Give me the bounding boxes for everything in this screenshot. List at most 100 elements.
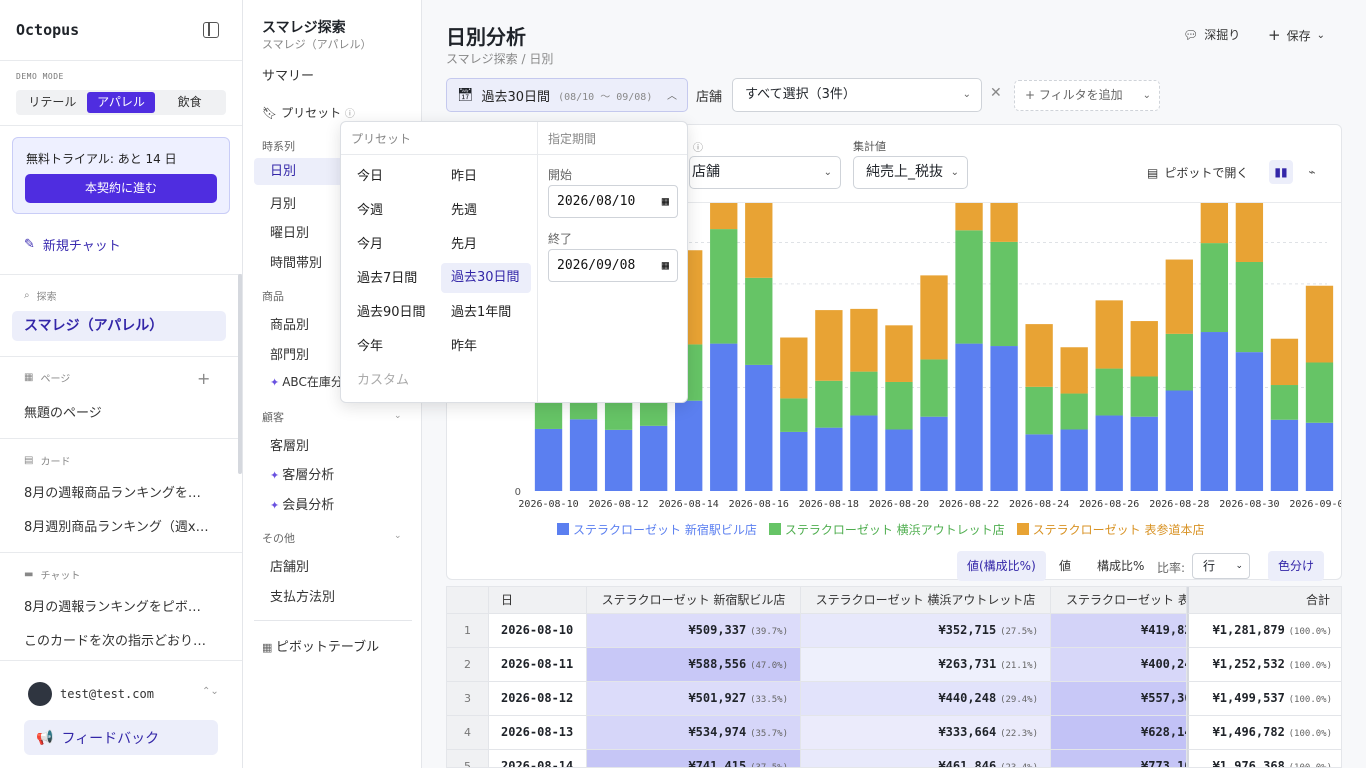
table-header-cell[interactable]: ステラクローゼット 新宿駅ビル店 — [587, 587, 801, 614]
bar-segment — [815, 310, 843, 381]
mode-retail-button[interactable]: リテール — [18, 92, 87, 113]
legend-item[interactable]: ステラクローゼット 新宿駅ビル店 — [557, 521, 757, 538]
nav-pivot-table[interactable]: ▦ ピボットテーブル — [262, 636, 379, 655]
preset-last-7-days[interactable]: 過去7日間 — [351, 264, 439, 294]
trial-banner: 無料トライアル: あと 14 日 本契約に進む — [12, 137, 230, 214]
nav-item-department[interactable]: 部門別 — [270, 344, 309, 363]
chevron-down-icon[interactable]: ⌄ — [394, 411, 402, 421]
table-row[interactable]: 3 2026-08-12 ¥501,927 (33.5%) ¥440,248 (29.… — [447, 682, 1341, 716]
chevron-updown-icon[interactable]: ⌃⌄ — [202, 686, 219, 697]
preset-last-90-days[interactable]: 過去90日間 — [351, 298, 439, 328]
card-item[interactable]: 8月の週報商品ランキングを… — [24, 482, 219, 501]
preset-today[interactable]: 今日 — [351, 162, 439, 192]
nav-item-payment[interactable]: 支払方法別 — [270, 586, 335, 605]
nav-item-weekday[interactable]: 曜日別 — [270, 222, 309, 241]
view-value-ratio-button[interactable]: 値(構成比%) — [957, 551, 1046, 581]
add-page-icon[interactable]: + — [197, 369, 210, 388]
page-item[interactable]: 無題のページ — [24, 402, 219, 421]
table-row[interactable]: 2 2026-08-11 ¥588,556 (47.0%) ¥263,731 (21.… — [447, 648, 1341, 682]
cell-percent: (22.3%) — [1000, 729, 1038, 739]
explore-item-smaregi[interactable]: スマレジ（アパレル） — [12, 311, 226, 341]
date-range-picker[interactable]: 📅︎ 過去30日間 (08/10 〜 09/08) ︿ — [446, 78, 688, 112]
table-row[interactable]: 1 2026-08-10 ¥509,337 (39.7%) ¥352,715 (27.… — [447, 614, 1341, 648]
new-chat-button[interactable]: ✎ 新規チャット — [24, 235, 121, 254]
view-ratio-button[interactable]: 構成比% — [1087, 551, 1154, 581]
table-header-cell[interactable]: 合計 — [1187, 587, 1341, 614]
nav-item-customer-analysis[interactable]: ✦ 客層分析 — [270, 464, 334, 483]
chat-item[interactable]: 8月の週報ランキングをピボ… — [24, 596, 219, 615]
calendar-icon[interactable]: ▦ — [662, 250, 669, 281]
value-cell: ¥534,974 (35.7%) — [587, 716, 801, 750]
preset-last-30-days[interactable]: 過去30日間 — [441, 263, 531, 293]
card-item[interactable]: 8月週別商品ランキング（週x… — [24, 516, 219, 535]
bar-segment — [885, 325, 913, 382]
line-chart-icon[interactable]: ⌁ — [1300, 160, 1324, 184]
preset-last-year[interactable]: 昨年 — [445, 332, 533, 362]
aggregate-value: 純売上_税抜 — [866, 164, 943, 180]
open-pivot-button[interactable]: ▤ ピボットで開く — [1147, 164, 1248, 181]
sidebar-scrollbar[interactable] — [238, 274, 242, 474]
preset-yesterday[interactable]: 昨日 — [445, 162, 533, 192]
sidebar-toggle-icon[interactable] — [203, 22, 219, 38]
preset-last-week[interactable]: 先週 — [445, 196, 533, 226]
nav-item-member-analysis[interactable]: ✦ 会員分析 — [270, 494, 334, 513]
cell-percent: (23.4%) — [1000, 763, 1038, 768]
nav-item-hourly[interactable]: 時間帯別 — [270, 252, 322, 271]
nav-summary[interactable]: サマリー — [262, 65, 314, 84]
preset-last-month[interactable]: 先月 — [445, 230, 533, 260]
legend-item[interactable]: ステラクローゼット 横浜アウトレット店 — [768, 521, 1005, 538]
explore-header: ⌕ 探索 — [24, 288, 57, 303]
legend-swatch — [1016, 523, 1029, 535]
save-button[interactable]: + 保存 ⌄ — [1268, 26, 1325, 44]
group-by-select[interactable]: 店舗 ⌄ — [689, 156, 841, 189]
mode-food-button[interactable]: 飲食 — [155, 92, 224, 113]
preset-custom[interactable]: カスタム — [351, 366, 439, 396]
bar-chart-icon[interactable]: ▮▮ — [1269, 160, 1293, 184]
chat-item[interactable]: このカードを次の指示どおり… — [24, 630, 219, 649]
add-filter-button[interactable]: + フィルタを追加 ⌄ — [1014, 80, 1160, 111]
preset-this-month[interactable]: 今月 — [351, 230, 439, 260]
clear-filter-icon[interactable]: ✕ — [990, 85, 1002, 101]
user-menu[interactable]: test@test.com — [28, 682, 154, 706]
nav-item-customer-type[interactable]: 客層別 — [270, 435, 309, 454]
nav-item-store[interactable]: 店舗別 — [270, 556, 309, 575]
color-toggle-button[interactable]: 色分け — [1268, 551, 1325, 581]
value-cell: ¥741,415 (37.5%) — [587, 750, 801, 767]
chat-header-label: チャット — [40, 571, 81, 582]
nav-preset[interactable]: 🔖︎ プリセット ⓘ — [262, 104, 355, 121]
date-cell: 2026-08-10 — [489, 614, 587, 648]
start-date-input[interactable]: 2026/08/10 ▦ — [548, 185, 678, 218]
aggregate-select[interactable]: 純売上_税抜 ⌄ — [853, 156, 968, 189]
table-header-cell[interactable]: 日 — [489, 587, 587, 614]
chevron-down-icon: ⌄ — [950, 167, 959, 178]
bar-segment — [745, 203, 773, 278]
app-logo: Octopus — [16, 21, 80, 39]
divider — [0, 552, 242, 553]
upgrade-button[interactable]: 本契約に進む — [25, 174, 217, 203]
nav-item-product[interactable]: 商品別 — [270, 314, 309, 333]
table-header-cell[interactable]: ステラクローゼット 表参道本店 — [1051, 587, 1187, 614]
table-header-cell[interactable]: ステラクローゼット 横浜アウトレット店 — [801, 587, 1051, 614]
bar-segment — [710, 229, 738, 344]
feedback-button[interactable]: 📢 フィードバック — [24, 720, 218, 755]
ratio-select[interactable]: 行 ⌄ — [1192, 553, 1250, 579]
deepdive-button[interactable]: 💬︎ 深掘り — [1183, 26, 1240, 43]
end-date-input[interactable]: 2026/09/08 ▦ — [548, 249, 678, 282]
cell-percent: (100.0%) — [1288, 627, 1332, 637]
mode-apparel-button[interactable]: アパレル — [86, 92, 156, 113]
x-tick-label: 2026-08-22 — [939, 499, 999, 510]
table-row[interactable]: 4 2026-08-13 ¥534,974 (35.7%) ¥333,664 (22.… — [447, 716, 1341, 750]
legend-item[interactable]: ステラクローゼット 表参道本店 — [1016, 521, 1204, 538]
calendar-icon[interactable]: ▦ — [662, 186, 669, 217]
store-filter-select[interactable]: すべて選択（3件） ⌄ — [732, 78, 982, 112]
preset-this-year[interactable]: 今年 — [351, 332, 439, 362]
chevron-down-icon[interactable]: ⌄ — [394, 531, 402, 541]
view-value-button[interactable]: 値 — [1049, 551, 1081, 581]
nav-item-monthly[interactable]: 月別 — [270, 193, 296, 212]
table-row[interactable]: 5 2026-08-14 ¥741,415 (37.5%) ¥461,846 (23.… — [447, 750, 1341, 768]
preset-last-1-year[interactable]: 過去1年間 — [445, 298, 533, 328]
chevron-down-icon: ⌄ — [1316, 29, 1325, 41]
preset-this-week[interactable]: 今週 — [351, 196, 439, 226]
cell-percent: (47.0%) — [750, 661, 788, 671]
breadcrumb-item[interactable]: スマレジ探索 — [446, 52, 518, 66]
